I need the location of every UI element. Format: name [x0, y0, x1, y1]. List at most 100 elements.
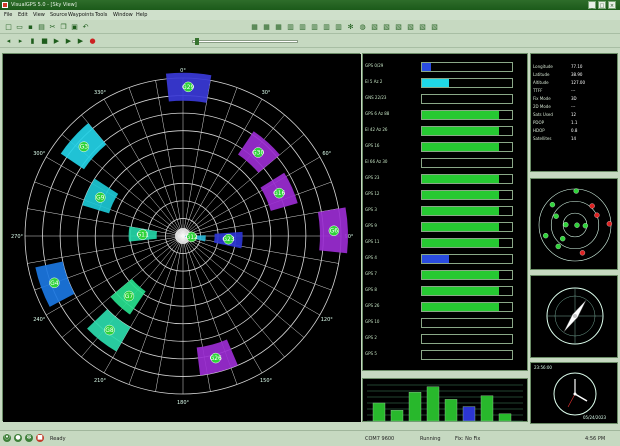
data-value: 127.00 — [571, 80, 585, 85]
data-label: Longitude — [533, 64, 553, 69]
signal-row[interactable]: GPS 23 — [365, 174, 525, 184]
signal-bar-track — [421, 190, 513, 200]
minimize-button[interactable]: _ — [588, 1, 596, 9]
signal-row[interactable]: GPS 26 — [365, 302, 525, 312]
save-icon[interactable]: ▪ — [26, 23, 35, 32]
signal-row[interactable]: GPS 5 — [365, 350, 525, 360]
mini-satellite — [560, 236, 566, 242]
signal-label: GPS 10 — [365, 319, 380, 324]
pause-icon[interactable]: ▮ — [28, 37, 37, 46]
stop-icon[interactable]: ■ — [36, 434, 44, 442]
signal-row[interactable]: GPS 12 — [365, 190, 525, 200]
grid-icon[interactable]: ▦ — [262, 23, 271, 32]
signal-bar — [422, 271, 499, 279]
play-icon[interactable]: ▶ — [52, 37, 61, 46]
new-icon[interactable]: □ — [4, 23, 13, 32]
signal-bar-track — [421, 174, 513, 184]
record-icon[interactable]: ● — [14, 434, 22, 442]
menu-view[interactable]: View — [33, 12, 45, 18]
signal-label: GPS 4 — [365, 255, 377, 260]
mini-satellite — [555, 243, 561, 250]
snr-bar — [408, 391, 422, 422]
signal-bar-track — [421, 126, 513, 136]
close-button[interactable]: × — [608, 1, 616, 9]
open-icon[interactable]: ▭ — [15, 23, 24, 32]
panel-icon[interactable]: ▧ — [382, 23, 391, 32]
print-icon[interactable]: ▤ — [37, 23, 46, 32]
signal-row[interactable]: GPS 16 — [365, 142, 525, 152]
signal-bar — [422, 127, 499, 135]
signal-row[interactable]: GPS 7 — [365, 270, 525, 280]
menu-tools[interactable]: Tools — [95, 12, 107, 18]
signal-row[interactable]: GPS 6 Az 88 — [365, 110, 525, 120]
panel-icon[interactable]: ▧ — [406, 23, 415, 32]
signal-row[interactable]: GPS 9 — [365, 222, 525, 232]
menu-edit[interactable]: Edit — [18, 12, 28, 18]
sky-plot: 0°30°60°90°120°150°180°210°240°270°300°3… — [3, 54, 361, 422]
chart-icon[interactable]: ▥ — [286, 23, 295, 32]
signal-label: GPS 9 — [365, 223, 377, 228]
signal-row[interactable]: GPS 4 — [365, 254, 525, 264]
azimuth-label: 120° — [321, 317, 334, 323]
undo-icon[interactable]: ↶ — [81, 23, 90, 32]
menu-help[interactable]: Help — [136, 12, 147, 18]
chart-icon[interactable]: ▥ — [334, 23, 343, 32]
back-icon[interactable]: ◂ — [4, 37, 13, 46]
signal-bar-track — [421, 350, 513, 360]
signal-row[interactable]: El 42 Az 26 — [365, 126, 525, 136]
signal-row[interactable]: GPS 11 — [365, 238, 525, 248]
chart-icon[interactable]: ▥ — [298, 23, 307, 32]
signal-row[interactable]: GNS 22/23 — [365, 94, 525, 104]
connect-icon[interactable]: ⦿ — [3, 434, 11, 442]
signal-bar — [422, 79, 449, 87]
mini-satellite — [553, 213, 559, 219]
slider-thumb[interactable] — [195, 38, 200, 45]
satellite-label: G3 — [80, 144, 89, 151]
maximize-button[interactable]: □ — [598, 1, 606, 9]
panel-icon[interactable]: ▧ — [430, 23, 439, 32]
settings-icon[interactable]: ✻ — [25, 434, 33, 442]
menu-window[interactable]: Window — [113, 12, 133, 18]
globe-icon[interactable]: ◍ — [358, 23, 367, 32]
grid-icon[interactable]: ▦ — [274, 23, 283, 32]
chart-icon[interactable]: ▥ — [310, 23, 319, 32]
playback-slider[interactable] — [192, 38, 298, 45]
data-value: --- — [571, 104, 576, 109]
signal-row[interactable]: GPS 8 — [365, 286, 525, 296]
compass-panel — [530, 275, 618, 358]
signal-row[interactable]: GPS 2 — [365, 334, 525, 344]
status-ready: Ready — [50, 436, 66, 442]
menu-file[interactable]: File — [4, 12, 12, 18]
grid-icon[interactable]: ▦ — [250, 23, 259, 32]
signal-bar — [422, 223, 499, 231]
signal-row[interactable]: GPS 3 — [365, 206, 525, 216]
panel-icon[interactable]: ▧ — [370, 23, 379, 32]
signal-row[interactable]: El 5 Az 2 — [365, 78, 525, 88]
snr-bar — [390, 410, 404, 422]
menu-source[interactable]: Source — [50, 12, 67, 18]
data-label: Latitude — [533, 72, 550, 77]
signal-row[interactable]: GPS 10 — [365, 318, 525, 328]
cut-icon[interactable]: ✂ — [48, 23, 57, 32]
record-icon[interactable]: ● — [88, 37, 97, 46]
mini-sky-panel — [530, 178, 618, 270]
gear-icon[interactable]: ✻ — [346, 23, 355, 32]
stop-icon[interactable]: ■ — [40, 37, 49, 46]
panel-icon[interactable]: ▧ — [418, 23, 427, 32]
chart-icon[interactable]: ▥ — [322, 23, 331, 32]
data-value: --- — [571, 88, 576, 93]
signal-label: GPS 0/29 — [365, 63, 384, 68]
signal-row[interactable]: El 66 Az 30 — [365, 158, 525, 168]
signal-bar-track — [421, 62, 513, 72]
data-label: TTFF — [533, 88, 543, 93]
paste-icon[interactable]: ▣ — [70, 23, 79, 32]
menu-waypoints[interactable]: Waypoints — [68, 12, 94, 18]
copy-icon[interactable]: ❐ — [59, 23, 68, 32]
panel-icon[interactable]: ▧ — [394, 23, 403, 32]
play-icon[interactable]: ▶ — [64, 37, 73, 46]
signal-bar-track — [421, 206, 513, 216]
signal-row[interactable]: GPS 0/29 — [365, 62, 525, 72]
signal-bar — [422, 207, 499, 215]
play-icon[interactable]: ▶ — [76, 37, 85, 46]
forward-icon[interactable]: ▸ — [16, 37, 25, 46]
